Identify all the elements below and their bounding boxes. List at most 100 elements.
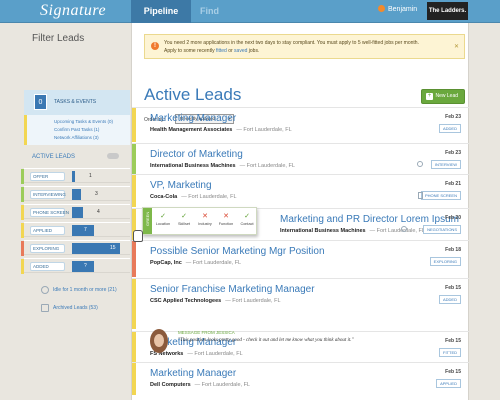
stage-label: ADDED: [33, 264, 49, 269]
lead-title[interactable]: Marketing Manager: [150, 368, 236, 379]
stage-filter-offer[interactable]: OFFER 1: [21, 168, 130, 184]
lead-date: Feb 20: [445, 215, 461, 221]
tasks-label: TASKS & EVENTS: [54, 99, 97, 105]
app-logo[interactable]: Signature: [40, 2, 106, 20]
lead-stage-stripe: [132, 241, 136, 277]
lead-card[interactable]: Possible Senior Marketing Mgr Position Po…: [132, 240, 469, 277]
lead-title[interactable]: Marketing Manager: [150, 113, 236, 124]
fit-criterion-location: ✓ Location: [153, 212, 173, 226]
status-badge[interactable]: FITTED: [439, 348, 461, 357]
stage-count: 1: [89, 173, 92, 179]
lead-stage-stripe: [132, 363, 136, 395]
stage-count-bar: [72, 225, 94, 236]
brand-logo[interactable]: The Ladders.: [427, 2, 468, 20]
status-badge[interactable]: EXPLORING: [429, 257, 461, 266]
status-badge[interactable]: PHONE SCREEN: [420, 191, 461, 200]
status-badge[interactable]: APPLIED: [436, 379, 461, 388]
fit-status-tag: GREEN: [143, 208, 152, 234]
user-name: Benjamin: [388, 6, 418, 13]
lead-date: Feb 18: [445, 247, 461, 253]
status-badge[interactable]: NEGOTIATIONS: [423, 225, 461, 234]
stage-count: 4: [97, 209, 100, 215]
status-badge[interactable]: ADDED: [438, 124, 461, 133]
user-menu[interactable]: Benjamin: [378, 5, 417, 13]
stage-count-bar: [72, 207, 83, 218]
message-preview: MESSAGE FROM JESSICA "This position look…: [150, 329, 380, 357]
link-confirm-past-tasks[interactable]: Confirm Past Tasks (1): [54, 127, 99, 132]
lead-location: — Fort Lauderdale, FL: [236, 127, 292, 133]
user-status-icon: [378, 5, 385, 12]
active-leads-toggle[interactable]: [107, 153, 119, 159]
lead-stage-stripe: [132, 279, 136, 329]
lead-stage-stripe: [132, 144, 136, 174]
lead-card[interactable]: Marketing Manager Health Management Assoc…: [132, 107, 469, 142]
stage-filter-applied[interactable]: APPLIED 7: [21, 222, 130, 238]
stage-color-stripe: [21, 169, 24, 184]
stage-color-stripe: [21, 223, 24, 238]
new-lead-button[interactable]: + New Lead: [421, 89, 465, 104]
stage-count-bar: [72, 261, 94, 272]
tasks-events-filter[interactable]: 0 TASKS & EVENTS: [24, 90, 130, 115]
clock-icon: [41, 286, 49, 294]
lead-date: Feb 15: [445, 285, 461, 291]
plus-icon: +: [426, 93, 433, 100]
stage-label: INTERVIEWING: [33, 192, 66, 197]
fit-criterion-label: Skillset: [177, 222, 191, 226]
lead-card[interactable]: Marketing Manager Dell Computers — Fort La…: [132, 362, 469, 395]
lead-card[interactable]: VP, Marketing Coca-Cola — Fort Lauderdale,…: [132, 174, 469, 207]
fit-criterion-label: Function: [218, 222, 234, 226]
stage-label: EXPLORING: [33, 246, 60, 251]
page-title: Active Leads: [144, 85, 242, 104]
stage-label: OFFER: [33, 174, 49, 179]
stage-filter-phone-screen[interactable]: PHONE SCREEN 4: [21, 204, 130, 220]
saved-jobs-link[interactable]: saved: [234, 48, 247, 54]
avatar: [150, 329, 168, 353]
cross-icon: ✕: [202, 213, 208, 220]
fitted-jobs-link[interactable]: fitted: [216, 48, 227, 54]
status-badge[interactable]: ADDED: [438, 295, 461, 304]
lead-card[interactable]: Senior Franchise Marketing Manager CSC Ap…: [132, 278, 469, 329]
stage-color-stripe: [21, 259, 24, 274]
alert-line-1: You need 2 more applications in the next…: [164, 40, 419, 46]
stage-count-bar: [72, 189, 81, 200]
message-sender: MESSAGE FROM JESSICA: [178, 330, 235, 335]
lead-title[interactable]: Possible Senior Marketing Mgr Position: [150, 246, 325, 257]
message-text: "This position looks pretty good - check…: [178, 338, 354, 343]
lead-title[interactable]: Senior Franchise Marketing Manager: [150, 284, 315, 295]
active-leads-label[interactable]: ACTIVE LEADS: [32, 154, 75, 160]
status-badge[interactable]: INTERVIEW: [430, 160, 461, 169]
lead-date: Feb 15: [445, 369, 461, 375]
link-upcoming-tasks[interactable]: Upcoming Tasks & Events (0): [54, 119, 113, 124]
stage-count: 7: [84, 227, 87, 233]
lead-location: — Fort Lauderdale, FL: [185, 260, 242, 266]
top-bar: Signature Pipeline Find Benjamin The Lad…: [0, 0, 500, 23]
lead-card[interactable]: Director of Marketing International Busin…: [132, 143, 469, 174]
lead-title[interactable]: Marketing and PR Director Lorem Ipsum: [280, 214, 459, 225]
stage-filter-interviewing[interactable]: INTERVIEWING 3: [21, 186, 130, 202]
fit-criterion-label: Industry: [198, 222, 212, 226]
alert-icon: !: [151, 42, 159, 50]
stage-count: 3: [95, 191, 98, 197]
fit-criterion-industry: ✕ Industry: [195, 212, 215, 226]
archived-leads-link[interactable]: Archived Leads (53): [53, 305, 98, 311]
lead-location: — Fort Lauderdale, FL: [369, 228, 425, 234]
stage-filter-exploring[interactable]: EXPLORING 15: [21, 240, 130, 256]
fit-popup[interactable]: GREEN ✓ Location ✓ Skillset ✕ Industry ✕ Functi…: [142, 207, 257, 235]
lead-company: Dell Computers — Fort Lauderdale, FL: [150, 382, 250, 388]
drag-hand-icon: [133, 230, 143, 242]
lead-stage-stripe: [132, 108, 136, 142]
lead-title[interactable]: Director of Marketing: [150, 149, 243, 160]
stage-filter-added[interactable]: ADDED?: [21, 258, 130, 274]
lead-title[interactable]: VP, Marketing: [150, 180, 212, 191]
lead-stage-stripe: [132, 332, 136, 363]
stage-count: 15: [110, 245, 116, 251]
idle-leads-link[interactable]: Idle for 1 month or more (21): [53, 287, 117, 293]
close-icon[interactable]: ✕: [454, 43, 459, 50]
stage-color-stripe: [21, 241, 24, 256]
link-network-affiliations[interactable]: Network Affiliations (3): [54, 135, 99, 140]
tab-pipeline[interactable]: Pipeline: [131, 0, 191, 23]
tab-find[interactable]: Find: [200, 0, 219, 23]
lead-location: — Fort Lauderdale, FL: [239, 163, 295, 169]
lead-date: Feb 15: [445, 338, 461, 344]
stage-label: PHONE SCREEN: [33, 210, 70, 215]
